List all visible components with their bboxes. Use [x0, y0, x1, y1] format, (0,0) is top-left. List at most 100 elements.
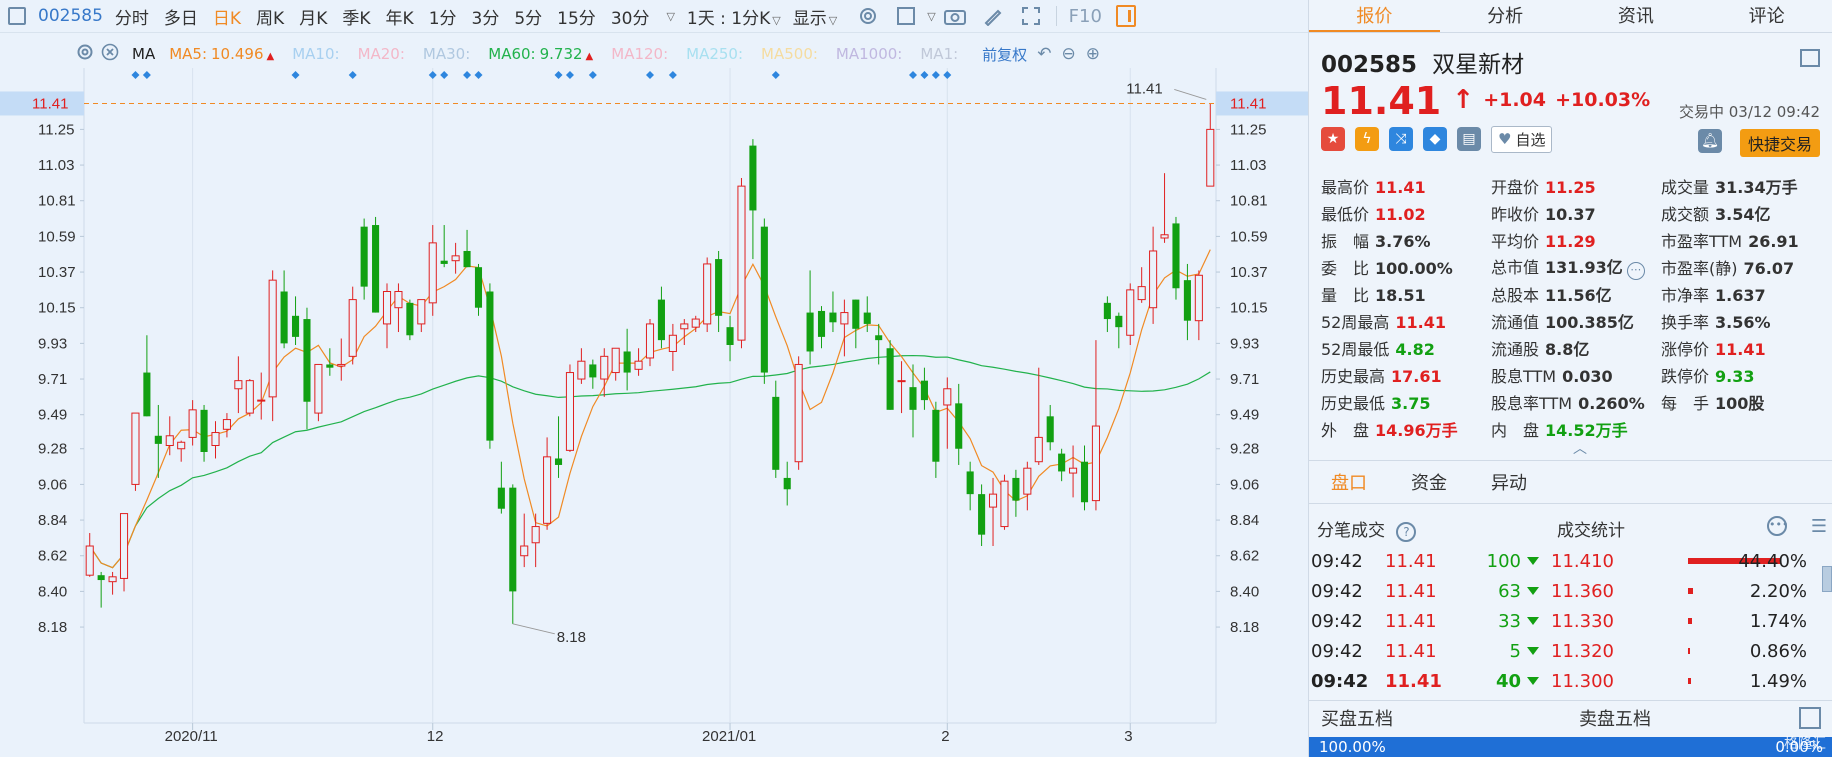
period-tab[interactable]: 15分 — [557, 4, 611, 29]
notes-icon[interactable]: ▤ — [1457, 127, 1481, 151]
more-info-icon[interactable]: ⋯ — [1626, 261, 1645, 280]
square-toggle-icon[interactable] — [895, 5, 917, 27]
period-tab[interactable]: 3分 — [472, 4, 515, 29]
stat-cell: 每 手 100股 — [1661, 390, 1831, 414]
candlestick-chart[interactable]: 8.18 8.18 8.40 8.40 8.62 8.62 8.84 8.84 9.06 9.06… — [0, 68, 1308, 757]
scrollbar[interactable] — [1822, 566, 1832, 592]
pen-draw-icon[interactable] — [982, 5, 1004, 27]
stat-label: 内 盘 — [1491, 420, 1540, 440]
display-dropdown[interactable]: 显示 ▽ — [793, 4, 849, 29]
panel-menu-icon[interactable] — [1800, 49, 1820, 67]
stat-value: 14.52万手 — [1545, 420, 1628, 440]
period-tab[interactable]: 1分 — [429, 4, 472, 29]
ma-legend-item[interactable]: MA1000: — [836, 45, 902, 63]
stock-code-link[interactable]: 002585 — [38, 6, 103, 26]
ma-legend-item[interactable]: MA30: — [423, 45, 470, 63]
period-dropdown[interactable]: 1天 : 1分K ▽ — [687, 4, 793, 29]
zoom-in-icon[interactable]: ⊕ — [1086, 44, 1100, 64]
stat-cell: 昨收价 10.37 — [1491, 201, 1661, 225]
lightning-icon[interactable]: ϟ — [1355, 127, 1379, 151]
y-tick-label: 9.06 — [38, 476, 67, 493]
tick-row: 09:42 11.41 40 — [1311, 666, 1541, 696]
period-tab[interactable]: 月K — [299, 4, 342, 29]
ma-label: MA5: — [169, 45, 208, 63]
list-view-icon[interactable]: ☰ — [1811, 516, 1827, 537]
ma-close-icon[interactable] — [101, 43, 119, 65]
y-tick-label: 8.40 — [38, 583, 67, 600]
period-tab[interactable]: 分时 — [115, 4, 164, 29]
stats-row: 历史最高 17.61 股息TTM 0.030 跌停价 9.33 — [1321, 361, 1831, 388]
ma-legend-item[interactable]: MA500: — [761, 45, 818, 63]
period-tab[interactable]: 5分 — [514, 4, 557, 29]
shuffle-icon[interactable]: ⤨ — [1389, 127, 1413, 151]
quote-tab[interactable]: 报价 — [1309, 0, 1440, 32]
period-tab[interactable]: 周K — [256, 4, 299, 29]
period-tab[interactable]: 年K — [386, 4, 429, 29]
stats-row: 最高价 11.41 开盘价 11.25 成交量 31.34万手 — [1321, 172, 1831, 199]
sub-tabs: 盘口 资金 异动 — [1309, 460, 1832, 504]
stat-label: 股息率TTM — [1491, 393, 1573, 413]
ma-legend-item[interactable]: MA10: — [292, 45, 339, 63]
quote-tab[interactable]: 分析 — [1440, 0, 1571, 32]
candle-body-up — [245, 380, 254, 414]
quick-actions: ★ ϟ ⤨ ◆ ▤ ♥ 自选 🔔︎ 快捷交易 — [1309, 121, 1832, 157]
sidebar-toggle-icon[interactable] — [8, 7, 26, 25]
more-options-icon[interactable]: ••• — [1767, 516, 1788, 536]
candle-body-down — [1183, 280, 1191, 321]
expand-chevron-icon[interactable]: ︿ — [1573, 438, 1587, 458]
settings-gear-icon[interactable] — [857, 5, 879, 27]
indicator-selector[interactable]: MA — [132, 45, 155, 63]
ticks-header: 分笔成交 ? 成交统计 ••• ☰ — [1317, 516, 1827, 542]
stat-label: 跌停价 — [1661, 366, 1710, 386]
adjust-mode-link[interactable]: 前复权 — [982, 44, 1027, 65]
help-icon[interactable]: ? — [1396, 522, 1417, 542]
quote-tab[interactable]: 资讯 — [1571, 0, 1702, 32]
ma-legend-item[interactable]: MA20: — [358, 45, 405, 63]
stat-cell: 历史最高 17.61 — [1321, 363, 1491, 387]
add-watchlist-button[interactable]: ♥ 自选 — [1491, 125, 1553, 153]
stat-label: 总股本 — [1491, 285, 1540, 305]
right-panel-toggle-icon[interactable] — [1115, 5, 1136, 27]
f10-button[interactable]: F10 — [1069, 6, 1102, 27]
period-tab[interactable]: 日K — [213, 4, 256, 29]
sub-tab[interactable]: 异动 — [1469, 469, 1549, 495]
candle-body-up — [988, 493, 998, 508]
order-book-icon[interactable] — [1799, 707, 1821, 729]
last-price: 11.41 — [1321, 79, 1442, 123]
ma-legend-item[interactable]: MA120: — [611, 45, 668, 63]
period-tab[interactable]: 多日 — [164, 4, 213, 29]
period-tab[interactable]: 30分 — [611, 4, 665, 29]
fullscreen-icon[interactable] — [1020, 5, 1042, 27]
quick-trade-button[interactable]: 快捷交易 — [1739, 129, 1820, 157]
quote-tab[interactable]: 评论 — [1701, 0, 1832, 32]
tag-icon[interactable]: ◆ — [1423, 127, 1447, 151]
ma-legend-item[interactable]: MA1: — [920, 45, 958, 63]
period-tab[interactable]: 季K — [342, 4, 385, 29]
ma-legend-item[interactable]: MA250: — [686, 45, 743, 63]
stat-value: 11.41 — [1395, 312, 1446, 332]
stat-label: 52周最低 — [1321, 339, 1390, 359]
stat-value: 9.33 — [1715, 366, 1755, 386]
candle-body-up — [1160, 234, 1169, 239]
sub-tab[interactable]: 资金 — [1389, 469, 1469, 495]
candle-body-up — [165, 435, 174, 447]
camera-icon[interactable] — [943, 5, 966, 27]
current-price-label-right: 11.41 — [1230, 95, 1266, 112]
more-periods-chevron-icon[interactable]: ▽ — [666, 10, 674, 23]
undo-icon[interactable]: ↶ — [1037, 44, 1051, 64]
zoom-out-icon[interactable]: ⊖ — [1061, 44, 1075, 64]
y-tick-label: 11.03 — [38, 157, 74, 174]
tick-row: 09:42 11.41 5 — [1311, 636, 1541, 666]
ma-legend-item[interactable]: MA5: 10.496 ▲ — [169, 45, 274, 63]
toggle-chevron-icon[interactable]: ▽ — [927, 10, 935, 23]
candle-body-down — [154, 435, 162, 444]
china-flag-icon[interactable]: ★ — [1321, 127, 1345, 151]
ma-legend-item[interactable]: MA60: 9.732 ▲ — [488, 45, 593, 63]
ma-settings-icon[interactable] — [76, 43, 94, 65]
bell-icon[interactable]: 🔔︎ — [1698, 129, 1722, 153]
tick-price: 11.41 — [1385, 670, 1442, 692]
sub-tab[interactable]: 盘口 — [1309, 469, 1389, 495]
volume-stat-bar — [1688, 618, 1692, 624]
y-tick-label-right: 8.84 — [1230, 512, 1259, 529]
candle-body-down — [966, 471, 974, 495]
